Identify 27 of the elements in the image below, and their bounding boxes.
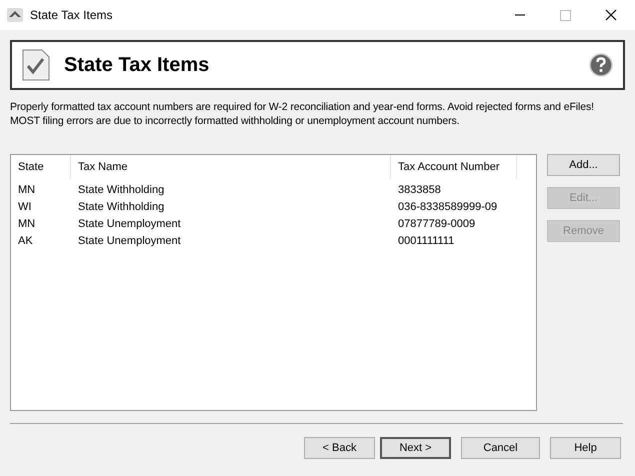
table-cell-text: State Unemployment (77, 218, 182, 230)
wizard-button[interactable]: < Back (304, 437, 375, 459)
wizard-button[interactable]: Next > (380, 437, 451, 459)
table-cell-text: State Withholding (77, 200, 166, 212)
checklist-document-icon (22, 49, 50, 81)
table-cell-text: State Withholding (77, 184, 166, 196)
app-icon (7, 8, 23, 22)
column-header[interactable]: State (11, 155, 71, 179)
description-text: Properly formatted tax account numbers are required for W-2 reconciliation and year-end forms. Avoid rejected forms and eFiles! MOST filing errors are due to incorrectly formatted withholding or unemployment account numbers. (10, 100, 595, 128)
wizard-button[interactable]: Help (550, 437, 621, 459)
table-cell-text: MN (17, 184, 36, 196)
close-icon[interactable] (605, 9, 617, 21)
page-title: State Tax Items (64, 54, 210, 76)
action-button[interactable]: Add... (547, 154, 620, 176)
table-cell-text: 036-8338589999-09 (397, 200, 498, 212)
table-cell-text: 3833858 (397, 184, 442, 196)
help-icon[interactable] (589, 53, 613, 77)
column-header[interactable]: Tax Name (71, 155, 391, 179)
table-cell-text: 0001111111 (397, 234, 456, 246)
table-cell-text: MN (17, 218, 36, 230)
table-cell-text: WI (17, 200, 32, 212)
column-header[interactable]: Tax Account Number (391, 155, 517, 179)
wizard-button[interactable]: Cancel (461, 437, 540, 459)
table-cell-text: State Unemployment (77, 234, 182, 246)
table-cell-text: AK (17, 234, 34, 246)
table-cell-text: 07877789-0009 (397, 218, 476, 230)
window-title: State Tax Items (30, 8, 112, 22)
